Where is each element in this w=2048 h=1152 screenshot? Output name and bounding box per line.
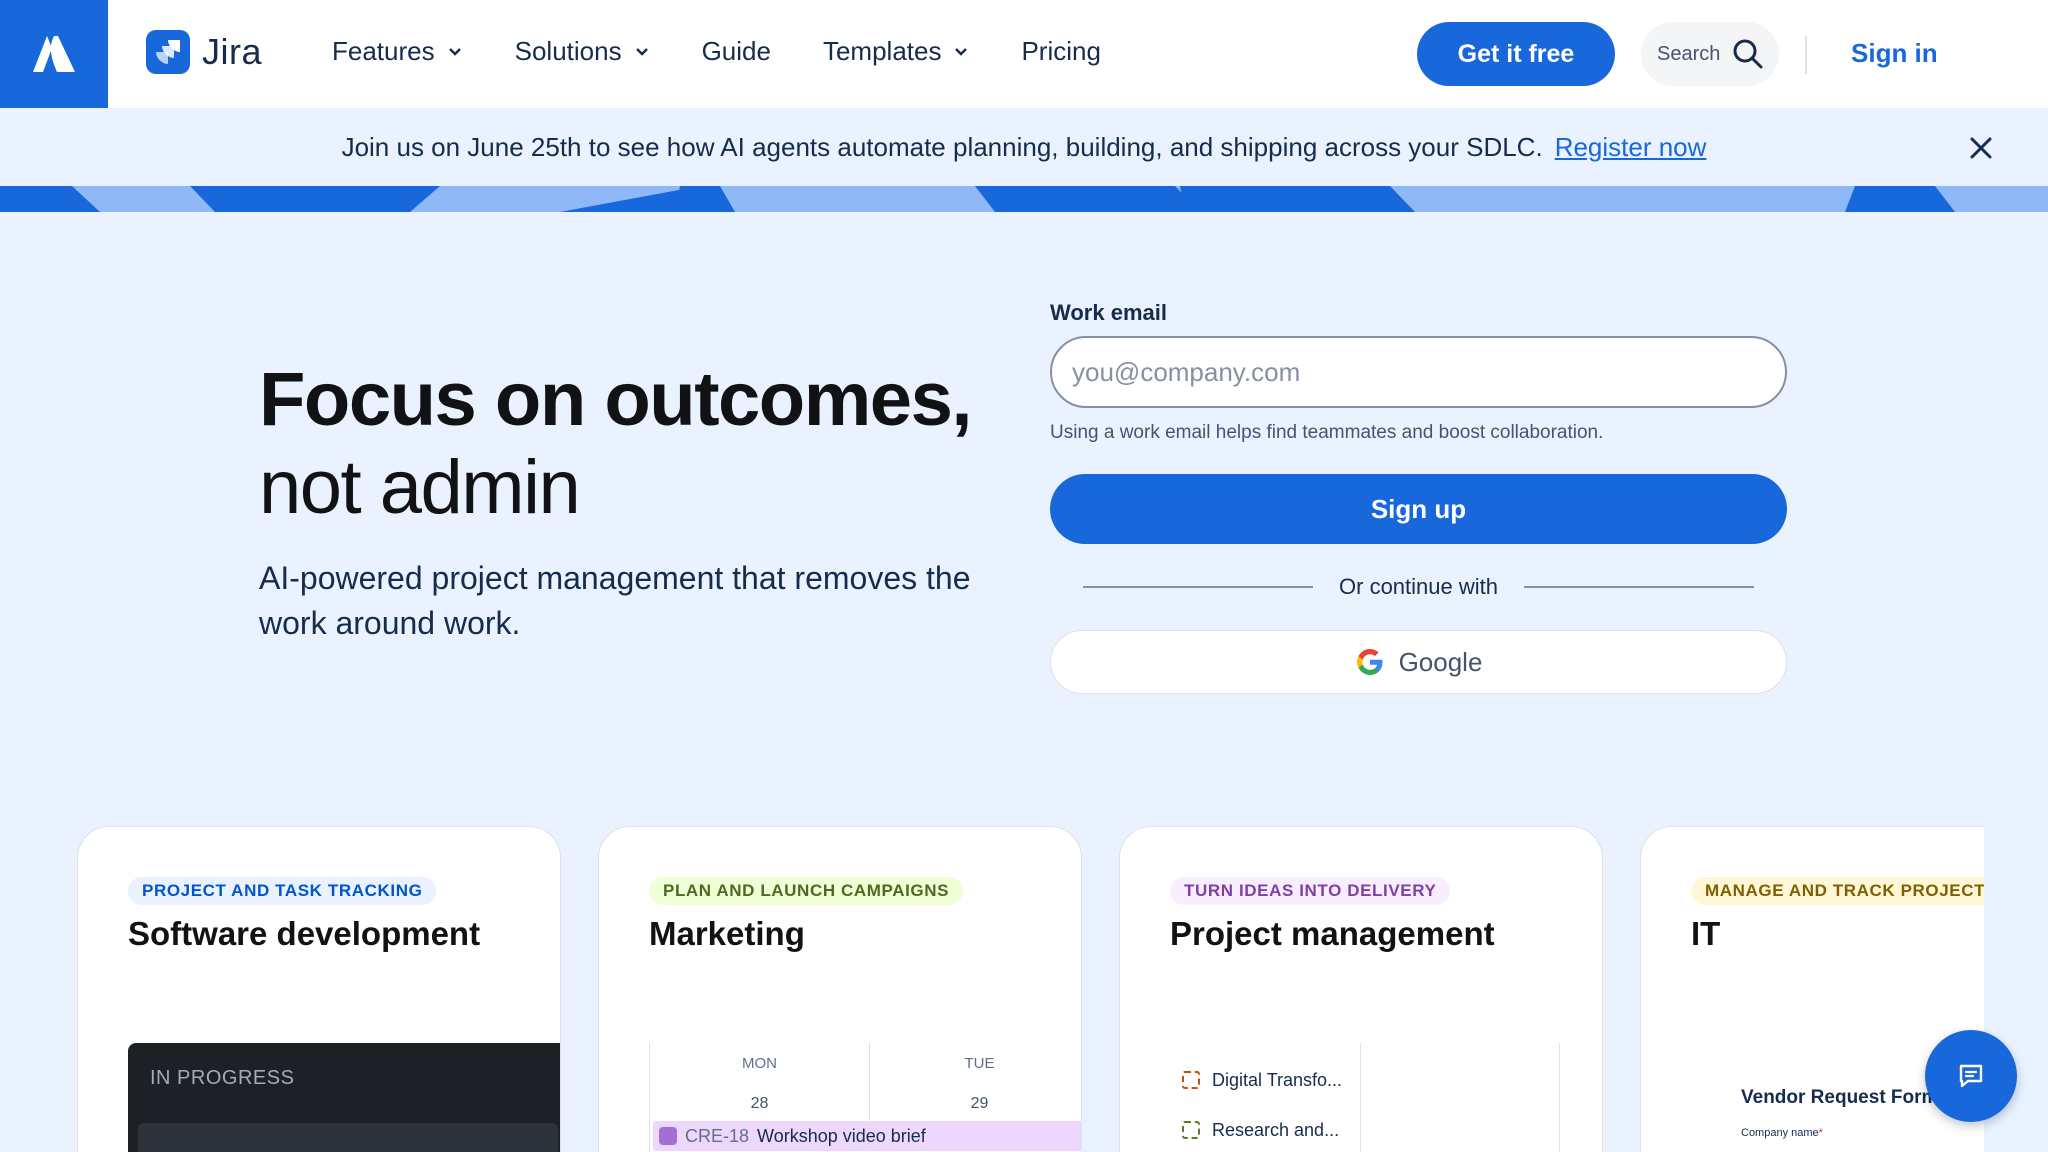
hero-subtitle: AI-powered project management that remov… [259,560,971,641]
google-icon [1356,649,1383,675]
card-title: Project management [1170,915,1495,952]
nav-features[interactable]: Features [332,36,463,67]
banner-text: Join us on June 25th to see how AI agent… [341,131,1543,162]
announcement-banner: Join us on June 25th to see how AI agent… [0,108,2048,186]
project-list-preview: Digital Transfo... Research and... [1182,1055,1342,1152]
email-hint: Using a work email helps find teammates … [1050,422,1604,443]
main-nav: Features Solutions Guide Templates Prici… [332,36,1101,67]
jira-logo-icon [146,30,190,74]
event-key: CRE-18 [685,1125,750,1146]
timeline-panel [1360,1043,1560,1152]
calendar-day-name: MON [742,1055,777,1072]
calendar-preview: MON 28 TUE 29 CRE-18 Workshop video brie… [649,1043,1081,1152]
card-tag: PROJECT AND TASK TRACKING [128,877,437,905]
card-marketing[interactable]: PLAN AND LAUNCH CAMPAIGNS Marketing MON … [598,826,1082,1152]
card-tag: PLAN AND LAUNCH CAMPAIGNS [649,877,964,905]
list-item: Research and... [1182,1105,1342,1152]
hero-title: Focus on outcomes, not admin [259,356,972,532]
card-it[interactable]: MANAGE AND TRACK PROJECTS IT Vendor Requ… [1640,826,1984,1152]
signup-form: Work email Using a work email helps find… [1050,300,1787,694]
card-tag: TURN IDEAS INTO DELIVERY [1170,877,1451,905]
register-now-link[interactable]: Register now [1555,132,1707,163]
calendar-event: CRE-18 Workshop video brief [653,1121,1081,1151]
sign-in-link[interactable]: Sign in [1851,38,1938,69]
project-icon [1182,1071,1200,1089]
card-title: Software development [128,915,481,952]
search-icon [1733,39,1763,69]
required-marker: * [1818,1127,1823,1139]
calendar-day-date: 28 [750,1095,769,1112]
chat-button[interactable] [1925,1030,2017,1122]
search-button[interactable]: Search [1641,22,1779,86]
chat-icon [1959,1064,1983,1088]
google-label: Google [1398,646,1483,677]
jira-logo[interactable]: Jira [146,30,262,74]
nav-templates[interactable]: Templates [823,36,970,67]
top-navigation: Jira Features Solutions Guide Templates … [0,0,2048,108]
nav-solutions-label: Solutions [514,36,622,66]
calendar-day-date: 29 [970,1095,989,1112]
nav-pricing[interactable]: Pricing [1021,36,1100,67]
nav-features-label: Features [332,36,435,66]
chevron-down-icon [955,47,968,56]
form-field-label: Company name* [1741,1127,1823,1139]
card-project-management[interactable]: TURN IDEAS INTO DELIVERY Project managem… [1119,826,1603,1152]
board-card-placeholder [138,1123,558,1152]
decorative-wave-strip [0,186,2048,212]
nav-divider [1805,36,1807,74]
sign-up-button[interactable]: Sign up [1050,474,1787,544]
board-preview: IN PROGRESS [128,1043,560,1152]
hero-title-bold: Focus on outcomes, [259,357,972,442]
event-title: Workshop video brief [757,1125,926,1146]
email-label: Work email [1050,300,1167,325]
or-divider: Or continue with [1050,574,1787,600]
nav-templates-label: Templates [822,36,942,66]
google-signin-button[interactable]: Google [1050,630,1787,694]
get-it-free-button[interactable]: Get it free [1417,22,1615,86]
chevron-down-icon [448,47,461,56]
nav-pricing-label: Pricing [1021,36,1101,66]
list-item-label: Digital Transfo... [1212,1069,1343,1090]
hero-title-light: not admin [259,445,581,530]
divider-line [1083,586,1314,588]
nav-guide[interactable]: Guide [702,36,771,67]
card-title: Marketing [649,915,805,952]
chevron-down-icon [635,47,648,56]
card-title: IT [1691,915,1721,952]
field-label-text: Company name [1741,1127,1819,1139]
card-tag: MANAGE AND TRACK PROJECTS [1691,877,1984,905]
atlassian-logo-icon[interactable] [0,0,108,108]
list-item: Digital Transfo... [1182,1055,1342,1105]
project-icon [1182,1121,1200,1139]
solution-cards: PROJECT AND TASK TRACKING Software devel… [0,826,1984,1152]
or-divider-text: Or continue with [1339,574,1498,599]
divider-line [1523,586,1754,588]
status-column-label: IN PROGRESS [150,1067,295,1089]
lightning-icon [659,1127,677,1145]
close-icon[interactable] [1968,135,1994,161]
calendar-day-name: TUE [964,1055,995,1072]
list-item-label: Research and... [1212,1119,1340,1140]
work-email-input[interactable] [1050,336,1787,408]
nav-guide-label: Guide [701,36,771,66]
nav-solutions[interactable]: Solutions [515,36,650,67]
product-name: Jira [202,31,263,72]
card-software-development[interactable]: PROJECT AND TASK TRACKING Software devel… [77,826,561,1152]
form-preview-title: Vendor Request Form [1741,1087,1939,1108]
search-label: Search [1657,42,1721,65]
